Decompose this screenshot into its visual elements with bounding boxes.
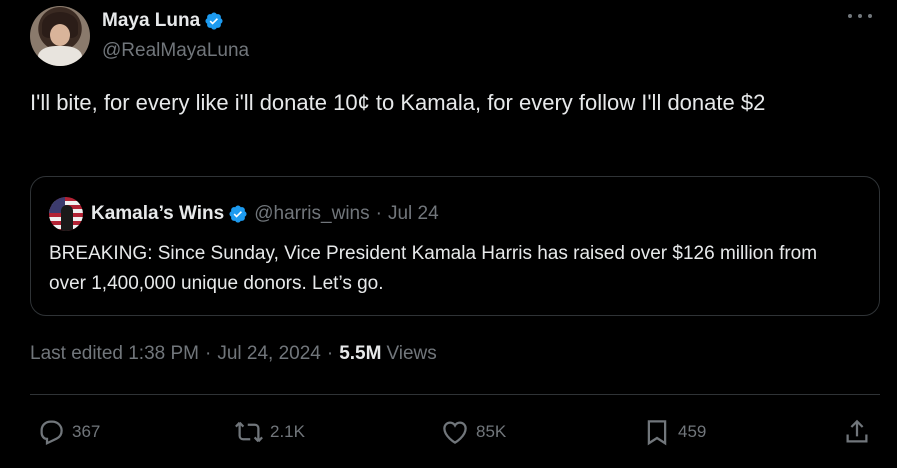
edited-time[interactable]: Last edited 1:38 PM	[30, 343, 199, 365]
author-handle[interactable]: @RealMayaLuna	[102, 40, 249, 62]
quoted-tweet[interactable]: Kamala’s Wins @harris_wins · Jul 24 BREA…	[30, 176, 880, 316]
reply-icon	[40, 420, 63, 446]
quoted-author-name[interactable]: Kamala’s Wins	[91, 203, 224, 225]
bookmark-button[interactable]: 459	[642, 412, 706, 452]
quoted-tweet-text: BREAKING: Since Sunday, Vice President K…	[49, 243, 818, 294]
author-name-row: Maya Luna	[102, 10, 224, 32]
heart-icon	[443, 421, 467, 444]
quoted-author-handle[interactable]: @harris_wins	[254, 203, 369, 225]
tweet-date[interactable]: Jul 24, 2024	[217, 343, 321, 365]
action-bar: 367 2.1K 85K 459	[30, 412, 880, 452]
verified-badge-icon	[205, 12, 223, 30]
repost-count: 2.1K	[270, 422, 305, 441]
like-count: 85K	[476, 422, 507, 441]
repost-icon	[235, 421, 263, 443]
quoted-tweet-header: Kamala’s Wins @harris_wins · Jul 24	[49, 197, 439, 231]
verified-badge-icon	[229, 205, 247, 223]
tweet-meta: Last edited 1:38 PM · Jul 24, 2024 · 5.5…	[30, 343, 437, 365]
like-button[interactable]: 85K	[440, 412, 506, 452]
views-label: Views	[386, 343, 437, 364]
separator-dot: ·	[375, 203, 382, 224]
more-icon[interactable]	[848, 10, 872, 22]
bookmark-count: 459	[678, 422, 707, 441]
quoted-tweet-date[interactable]: Jul 24	[388, 203, 439, 225]
divider	[30, 394, 880, 395]
repost-button[interactable]: 2.1K	[234, 412, 305, 452]
separator-dot: ·	[205, 343, 212, 364]
tweet-text: I'll bite, for every like i'll donate 10…	[30, 90, 766, 115]
views-count: 5.5M	[339, 343, 382, 364]
reply-button[interactable]: 367	[36, 412, 100, 452]
share-button[interactable]	[842, 412, 878, 452]
share-icon	[846, 419, 868, 443]
quoted-author-avatar[interactable]	[49, 197, 83, 231]
separator-dot: ·	[326, 343, 334, 364]
tweet-header: Maya Luna @RealMayaLuna	[30, 4, 880, 68]
reply-count: 367	[72, 422, 101, 441]
author-avatar[interactable]	[30, 6, 90, 66]
bookmark-icon	[647, 420, 667, 446]
author-display-name[interactable]: Maya Luna	[102, 10, 200, 32]
